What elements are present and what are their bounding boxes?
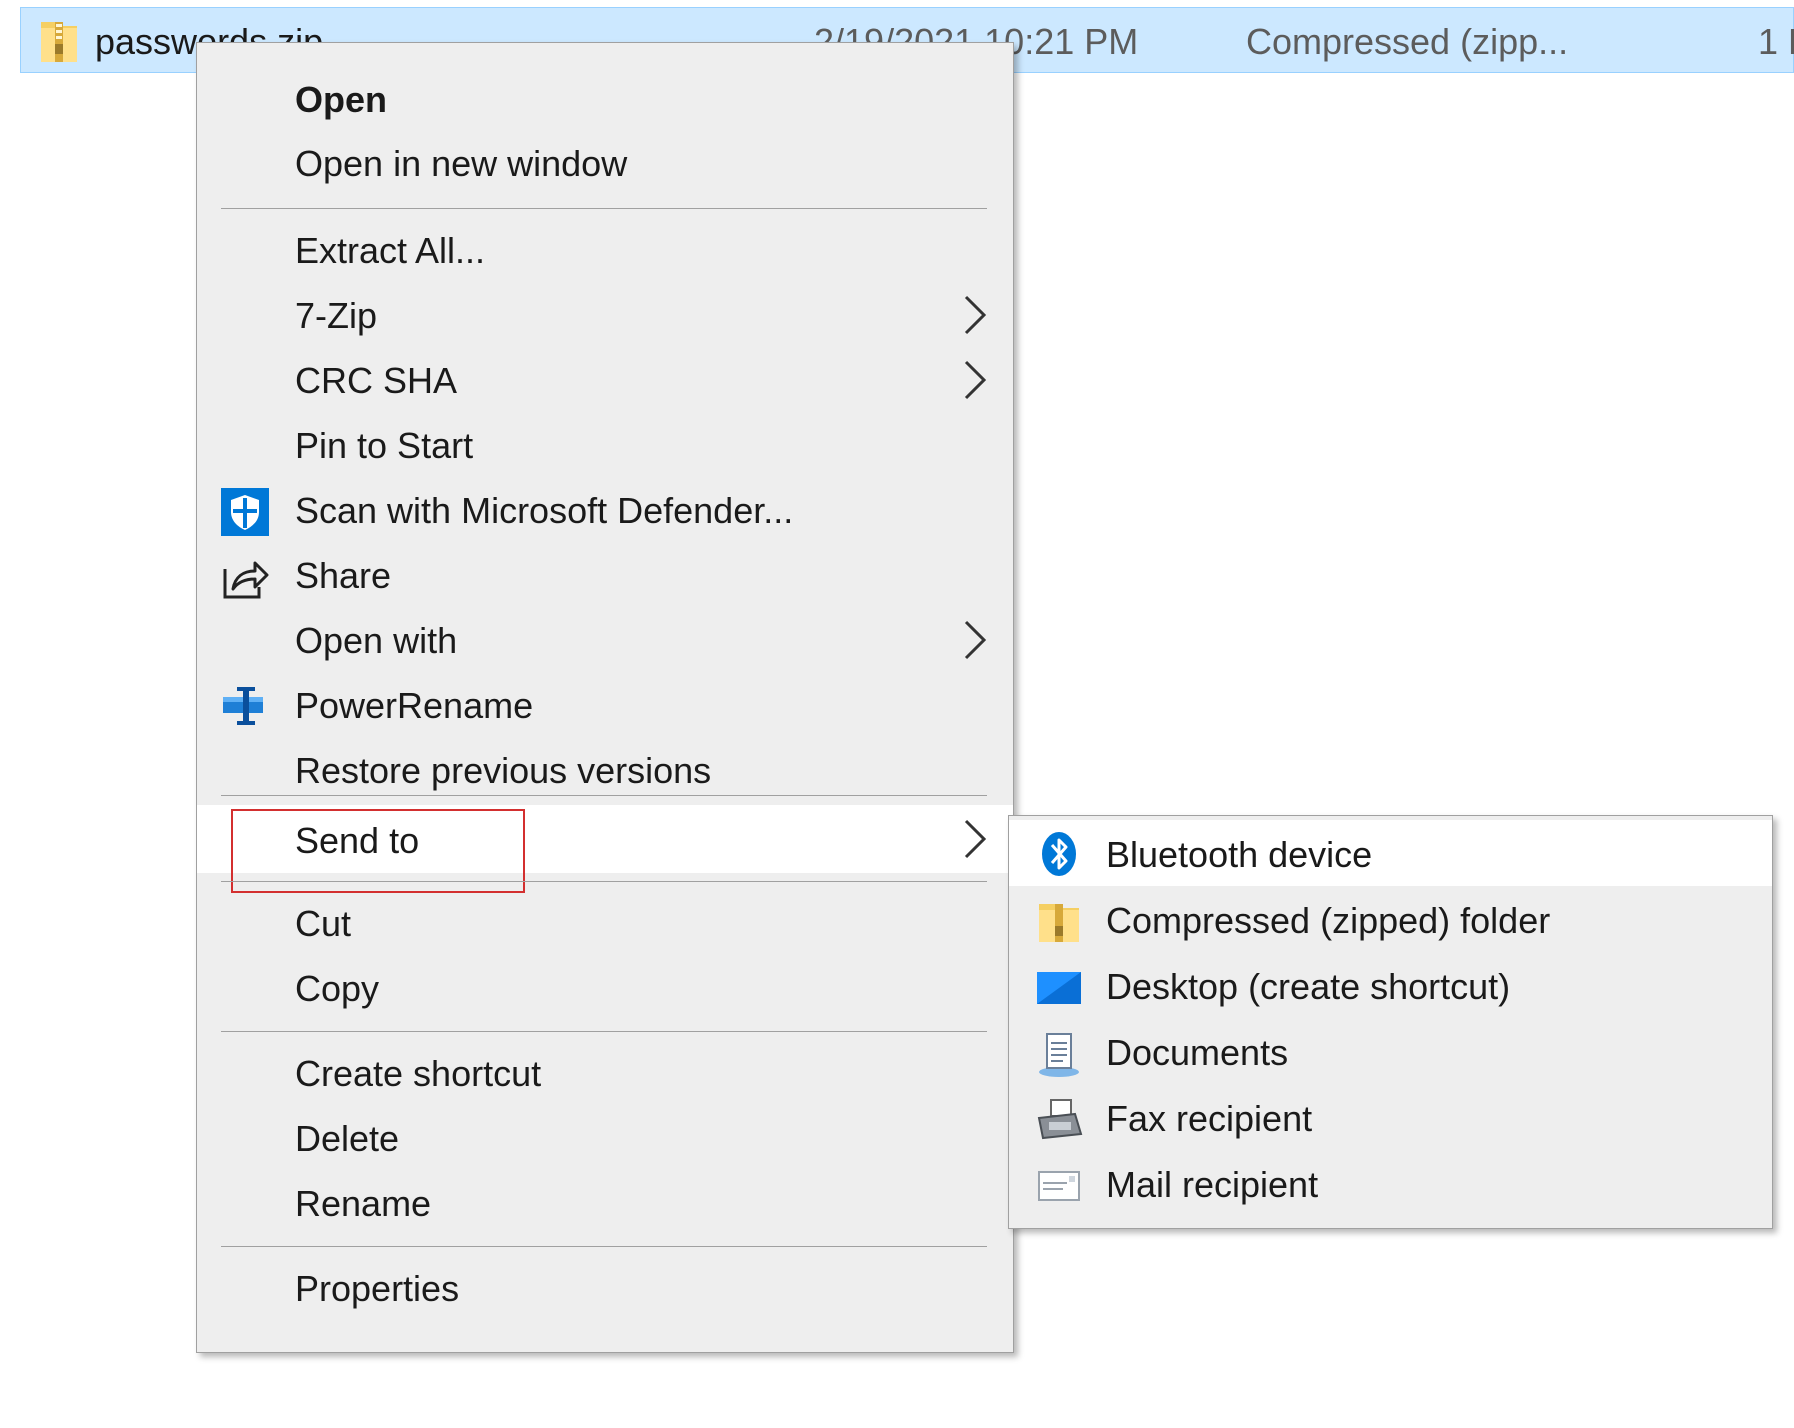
submenu-item-documents[interactable]: Documents bbox=[1009, 1020, 1772, 1082]
submenu-item-bluetooth-device[interactable]: Bluetooth device bbox=[1009, 820, 1772, 886]
submenu-item-label: Documents bbox=[1106, 1032, 1289, 1073]
menu-item-restore-previous-versions[interactable]: Restore previous versions bbox=[197, 738, 1013, 800]
menu-item-label: Extract All... bbox=[295, 230, 486, 271]
mail-icon bbox=[1038, 1171, 1080, 1201]
submenu-item-compressed-folder[interactable]: Compressed (zipped) folder bbox=[1009, 888, 1772, 950]
menu-item-label: Delete bbox=[295, 1118, 400, 1159]
submenu-item-label: Bluetooth device bbox=[1106, 834, 1373, 875]
menu-separator bbox=[221, 795, 987, 796]
documents-icon bbox=[1039, 1033, 1079, 1077]
menu-item-label: Share bbox=[295, 555, 392, 596]
desktop-icon bbox=[1037, 972, 1081, 1004]
chevron-right-icon bbox=[964, 295, 987, 335]
menu-item-cut[interactable]: Cut bbox=[197, 891, 1013, 953]
fax-icon bbox=[1037, 1099, 1083, 1140]
menu-separator bbox=[221, 1246, 987, 1247]
menu-item-7zip[interactable]: 7-Zip bbox=[197, 283, 1013, 345]
menu-item-delete[interactable]: Delete bbox=[197, 1106, 1013, 1168]
menu-separator bbox=[221, 881, 987, 882]
send-to-submenu: Bluetooth device Compressed (zipped) fol… bbox=[1008, 815, 1773, 1229]
menu-item-label: PowerRename bbox=[295, 685, 534, 726]
menu-separator bbox=[221, 208, 987, 209]
menu-item-label: CRC SHA bbox=[295, 360, 458, 401]
menu-item-label: Restore previous versions bbox=[295, 750, 712, 791]
menu-item-label: Properties bbox=[295, 1268, 460, 1309]
menu-item-copy[interactable]: Copy bbox=[197, 956, 1013, 1018]
defender-shield-icon bbox=[221, 488, 269, 536]
submenu-item-label: Compressed (zipped) folder bbox=[1106, 900, 1551, 941]
submenu-item-fax-recipient[interactable]: Fax recipient bbox=[1009, 1086, 1772, 1148]
menu-item-label: Open with bbox=[295, 620, 458, 661]
menu-item-label: Pin to Start bbox=[295, 425, 474, 466]
menu-item-open-new-window[interactable]: Open in new window bbox=[197, 131, 1013, 193]
menu-item-create-shortcut[interactable]: Create shortcut bbox=[197, 1041, 1013, 1103]
menu-item-label: Copy bbox=[295, 968, 380, 1009]
menu-item-scan-defender[interactable]: Scan with Microsoft Defender... bbox=[197, 478, 1013, 540]
share-icon bbox=[223, 561, 269, 599]
menu-item-power-rename[interactable]: PowerRename bbox=[197, 673, 1013, 735]
submenu-item-label: Mail recipient bbox=[1106, 1164, 1319, 1205]
menu-item-label: Open in new window bbox=[295, 143, 628, 184]
chevron-right-icon bbox=[964, 620, 987, 660]
bluetooth-icon bbox=[1042, 832, 1076, 876]
file-size: 1 KB bbox=[1758, 21, 1794, 62]
power-rename-icon bbox=[223, 687, 263, 725]
menu-item-open-with[interactable]: Open with bbox=[197, 608, 1013, 670]
submenu-item-label: Fax recipient bbox=[1106, 1098, 1313, 1139]
menu-separator bbox=[221, 1031, 987, 1032]
submenu-item-mail-recipient[interactable]: Mail recipient bbox=[1009, 1152, 1772, 1214]
menu-item-rename[interactable]: Rename bbox=[197, 1171, 1013, 1233]
menu-item-extract-all[interactable]: Extract All... bbox=[197, 218, 1013, 280]
file-type: Compressed (zipp... bbox=[1246, 21, 1569, 62]
menu-item-share[interactable]: Share bbox=[197, 543, 1013, 605]
submenu-item-label: Desktop (create shortcut) bbox=[1106, 966, 1511, 1007]
context-menu: Open Open in new window Extract All... 7… bbox=[196, 42, 1014, 1353]
zip-folder-icon bbox=[1039, 904, 1079, 942]
chevron-right-icon bbox=[964, 360, 987, 400]
menu-item-label: Scan with Microsoft Defender... bbox=[295, 490, 794, 531]
chevron-right-icon bbox=[964, 819, 987, 859]
menu-item-label: Create shortcut bbox=[295, 1053, 542, 1094]
submenu-item-desktop-shortcut[interactable]: Desktop (create shortcut) bbox=[1009, 954, 1772, 1016]
zip-folder-icon bbox=[41, 22, 77, 62]
menu-item-open[interactable]: Open bbox=[197, 67, 1013, 129]
menu-item-label: 7-Zip bbox=[295, 295, 378, 336]
menu-item-crc-sha[interactable]: CRC SHA bbox=[197, 348, 1013, 410]
menu-item-label: Open bbox=[295, 79, 388, 120]
menu-item-pin-to-start[interactable]: Pin to Start bbox=[197, 413, 1013, 475]
menu-item-label: Rename bbox=[295, 1183, 432, 1224]
menu-item-label: Cut bbox=[295, 903, 352, 944]
menu-item-properties[interactable]: Properties bbox=[197, 1256, 1013, 1318]
